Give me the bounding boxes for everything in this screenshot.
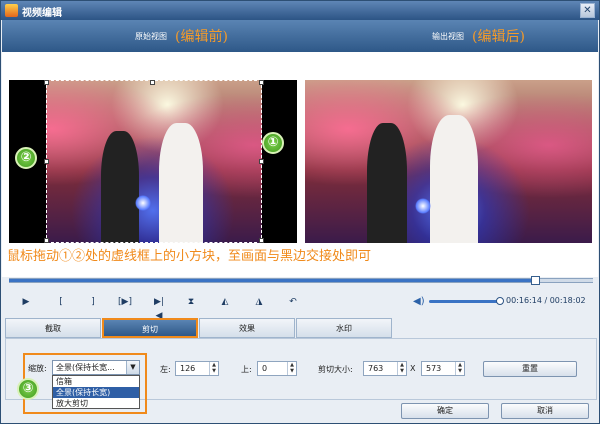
volume-icon[interactable]: ◀) bbox=[413, 296, 425, 307]
video-edit-window: 视频编辑 ✕ 原始视图 (编辑前) 输出视图 (编辑后) ② ① 鼠标拖动①②处… bbox=[0, 0, 600, 424]
crop-height-input[interactable]: 573 ▲ ▼ bbox=[421, 361, 465, 376]
left-label: 左: bbox=[160, 365, 171, 374]
marker-three-badge: ③ bbox=[17, 378, 39, 400]
crop-height-value: 573 bbox=[426, 364, 442, 373]
crop-handle-left[interactable] bbox=[44, 159, 49, 164]
zoom-option-letterbox[interactable]: 信箱 bbox=[53, 376, 139, 387]
original-video-frame[interactable] bbox=[9, 80, 297, 243]
output-view-label: 输出视图 bbox=[432, 32, 464, 41]
left-value: 126 bbox=[180, 364, 196, 373]
progress-thumb[interactable] bbox=[530, 276, 540, 285]
undo-icon[interactable]: ↶ bbox=[285, 295, 301, 309]
output-view-sub: (编辑后) bbox=[472, 29, 525, 45]
original-view-label: 原始视图 bbox=[135, 32, 167, 41]
rotate-right-icon[interactable]: ◮ bbox=[251, 295, 267, 309]
timeline-progress[interactable] bbox=[9, 276, 593, 285]
play-segment-icon[interactable]: [▶] bbox=[117, 295, 133, 309]
chevron-down-icon[interactable]: ▼ bbox=[126, 361, 139, 374]
window-title: 视频编辑 bbox=[22, 8, 62, 19]
cancel-button[interactable]: 取消 bbox=[501, 403, 589, 419]
crop-size-label: 剪切大小: bbox=[318, 365, 353, 374]
times-sign: X bbox=[410, 364, 416, 373]
crop-width-value: 763 bbox=[368, 364, 384, 373]
split-icon[interactable]: ⧗ bbox=[183, 295, 199, 309]
play-icon[interactable]: ▶ bbox=[18, 295, 34, 309]
crop-handle-bottom-right[interactable] bbox=[259, 238, 264, 243]
top-input[interactable]: 0 ▲ ▼ bbox=[257, 361, 297, 376]
left-input[interactable]: 126 ▲ ▼ bbox=[175, 361, 219, 376]
crop-handle-top-right[interactable] bbox=[259, 80, 264, 85]
zoom-select[interactable]: 全景(保持长宽... ▼ bbox=[52, 360, 140, 375]
crop-dashed-frame[interactable] bbox=[46, 80, 262, 243]
zoom-label: 缩放: bbox=[28, 364, 47, 373]
crop-handle-bottom-left[interactable] bbox=[44, 238, 49, 243]
view-header: 原始视图 (编辑前) 输出视图 (编辑后) bbox=[2, 20, 598, 52]
zoom-option-panorama[interactable]: 全景(保持长宽) bbox=[53, 387, 139, 398]
playback-controls: ▶ [] [▶] ▶|◀ ⧗ ◭ ◮ ↶ ◀) 00:16:14 / 00:18:02 bbox=[1, 291, 599, 321]
volume-slider[interactable] bbox=[429, 297, 504, 305]
output-video-frame bbox=[305, 80, 592, 243]
ok-button[interactable]: 确定 bbox=[401, 403, 489, 419]
mark-in-icon[interactable]: [ bbox=[53, 295, 69, 309]
tab-watermark[interactable]: 水印 bbox=[296, 318, 392, 338]
original-view-sub: (编辑前) bbox=[175, 29, 228, 45]
rotate-left-icon[interactable]: ◭ bbox=[217, 295, 233, 309]
reset-button[interactable]: 重置 bbox=[483, 361, 577, 377]
progress-fill bbox=[9, 279, 535, 282]
height-spin-arrows[interactable]: ▲ ▼ bbox=[455, 362, 464, 375]
preview-area: ② ① bbox=[2, 52, 598, 277]
marker-two-badge: ② bbox=[15, 147, 37, 169]
zoom-select-value: 全景(保持长宽... bbox=[56, 363, 115, 372]
crop-width-input[interactable]: 763 ▲ ▼ bbox=[363, 361, 407, 376]
crop-handle-top-left[interactable] bbox=[44, 80, 49, 85]
close-button[interactable]: ✕ bbox=[580, 3, 595, 18]
right-black-bar bbox=[262, 80, 297, 243]
app-icon bbox=[5, 4, 18, 17]
left-spin-arrows[interactable]: ▲ ▼ bbox=[209, 362, 218, 375]
glow-ball-output bbox=[415, 198, 431, 214]
groom-figure-output bbox=[367, 123, 407, 243]
tab-capture[interactable]: 截取 bbox=[5, 318, 101, 338]
width-spin-arrows[interactable]: ▲ ▼ bbox=[397, 362, 406, 375]
crop-handle-right[interactable] bbox=[259, 159, 264, 164]
mark-out-icon[interactable]: ] bbox=[85, 295, 101, 309]
output-scene bbox=[305, 80, 592, 243]
instruction-hint: 鼠标拖动①②处的虚线框上的小方块，至画面与黑边交接处即可 bbox=[7, 249, 372, 264]
bride-figure-output bbox=[430, 115, 478, 243]
crop-handle-top[interactable] bbox=[150, 80, 155, 85]
tab-crop[interactable]: 剪切 bbox=[102, 318, 198, 338]
tab-effects[interactable]: 效果 bbox=[199, 318, 295, 338]
top-value: 0 bbox=[262, 364, 268, 373]
title-bar: 视频编辑 ✕ bbox=[1, 1, 599, 20]
time-display: 00:16:14 / 00:18:02 bbox=[506, 296, 586, 305]
top-spin-arrows[interactable]: ▲ ▼ bbox=[287, 362, 296, 375]
volume-thumb[interactable] bbox=[496, 297, 504, 305]
marker-one-badge: ① bbox=[262, 132, 284, 154]
zoom-dropdown-list: 信箱 全景(保持长宽) 放大剪切 bbox=[52, 375, 140, 409]
edit-tabs: 截取 剪切 效果 水印 bbox=[5, 318, 597, 338]
zoom-option-zoom-crop[interactable]: 放大剪切 bbox=[53, 398, 139, 409]
step-frame-icon[interactable]: ▶|◀ bbox=[151, 295, 167, 321]
top-label: 上: bbox=[241, 365, 252, 374]
